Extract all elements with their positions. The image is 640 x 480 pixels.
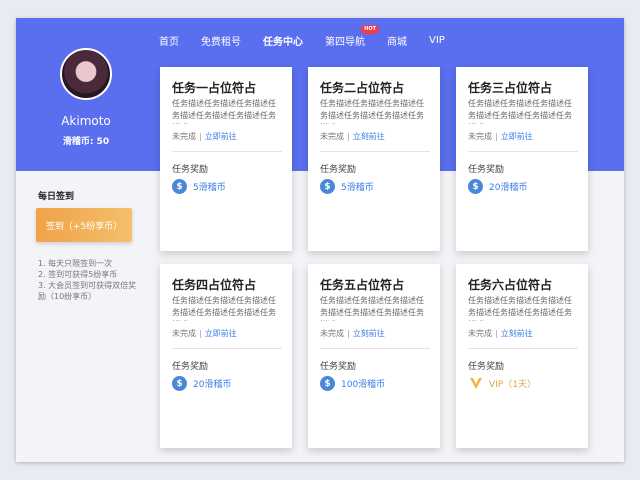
- avatar[interactable]: [60, 48, 112, 100]
- checkin-button[interactable]: 签到（+5纷享币）: [36, 208, 132, 242]
- go-link[interactable]: 立即前往: [205, 132, 237, 141]
- task-title: 任务五占位符占: [320, 278, 405, 292]
- status-text: 未完成: [468, 329, 492, 338]
- username: Akimoto: [61, 114, 111, 128]
- task-status: 未完成 | 立刻前往: [320, 131, 385, 142]
- divider: |: [347, 132, 350, 141]
- go-link[interactable]: 立刻前往: [353, 329, 385, 338]
- task-title: 任务二占位符占: [320, 81, 405, 95]
- checkin-title: 每日签到: [38, 192, 75, 202]
- task-status: 未完成 | 立刻前往: [468, 328, 533, 339]
- status-text: 未完成: [320, 132, 344, 141]
- divider: |: [199, 329, 202, 338]
- task-card: 任务一占位符占 任务描述任务描述任务描述任务描述任务描述任务描述任务描述 未完成…: [160, 67, 292, 251]
- coin-icon: $: [172, 376, 187, 391]
- checkin-panel: 每日签到 签到（+5纷享币） 1. 每天只限签到一次 2. 签到可获得5纷享币 …: [16, 171, 158, 462]
- top-nav: 首页 免费租号 任务中心 第四导航 HOT 商城 VIP: [159, 24, 467, 50]
- reward-amount: 20滑稽币: [489, 183, 528, 193]
- coin-icon: $: [320, 179, 335, 194]
- user-profile: Akimoto 滑稽币: 50: [16, 48, 156, 147]
- rule-item: 1. 每天只限签到一次: [38, 259, 113, 268]
- nav-free-rental[interactable]: 免费租号: [201, 33, 241, 48]
- divider: |: [199, 132, 202, 141]
- coin-icon: $: [320, 376, 335, 391]
- task-title: 任务一占位符占: [172, 81, 257, 95]
- nav-home[interactable]: 首页: [159, 33, 179, 48]
- coin-icon: $: [172, 179, 187, 194]
- divider: |: [495, 132, 498, 141]
- task-card: 任务六占位符占 任务描述任务描述任务描述任务描述任务描述任务描述任务描述 未完成…: [456, 264, 588, 448]
- reward-label: 任务奖励: [320, 165, 357, 175]
- status-text: 未完成: [468, 132, 492, 141]
- task-description: 任务描述任务描述任务描述任务描述任务描述任务描述任务描述: [320, 99, 424, 124]
- nav-task-center[interactable]: 任务中心: [263, 33, 303, 48]
- divider: |: [495, 329, 498, 338]
- nav-fourth[interactable]: 第四导航 HOT: [325, 24, 379, 48]
- nav-fourth-label: 第四导航: [325, 36, 365, 48]
- nav-mall[interactable]: 商城: [387, 33, 407, 48]
- task-status: 未完成 | 立刻前往: [320, 328, 385, 339]
- go-link[interactable]: 立刻前往: [501, 329, 533, 338]
- task-card: 任务五占位符占 任务描述任务描述任务描述任务描述任务描述任务描述任务描述 未完成…: [308, 264, 440, 448]
- divider: [320, 348, 430, 349]
- divider: [172, 151, 282, 152]
- hot-badge: HOT: [361, 24, 379, 34]
- task-description: 任务描述任务描述任务描述任务描述任务描述任务描述任务描述: [172, 99, 276, 124]
- reward-label: 任务奖励: [468, 165, 505, 175]
- task-reward: $20滑稽币: [468, 179, 527, 194]
- divider: |: [347, 329, 350, 338]
- reward-amount: VIP（1天）: [489, 380, 536, 390]
- reward-label: 任务奖励: [468, 362, 505, 372]
- task-description: 任务描述任务描述任务描述任务描述任务描述任务描述任务描述: [172, 296, 276, 321]
- status-text: 未完成: [320, 329, 344, 338]
- status-text: 未完成: [172, 329, 196, 338]
- task-title: 任务四占位符占: [172, 278, 257, 292]
- divider: [468, 348, 578, 349]
- vip-icon: [468, 376, 483, 391]
- reward-label: 任务奖励: [172, 165, 209, 175]
- task-title: 任务三占位符占: [468, 81, 553, 95]
- reward-amount: 5滑稽币: [341, 183, 374, 193]
- go-link[interactable]: 立即前往: [501, 132, 533, 141]
- reward-amount: 5滑稽币: [193, 183, 226, 193]
- task-card: 任务二占位符占 任务描述任务描述任务描述任务描述任务描述任务描述任务描述 未完成…: [308, 67, 440, 251]
- coin-balance: 滑稽币: 50: [62, 137, 110, 147]
- reward-amount: 20滑稽币: [193, 380, 232, 390]
- task-reward: $20滑稽币: [172, 376, 231, 391]
- task-card: 任务四占位符占 任务描述任务描述任务描述任务描述任务描述任务描述任务描述 未完成…: [160, 264, 292, 448]
- task-card: 任务三占位符占 任务描述任务描述任务描述任务描述任务描述任务描述任务描述 未完成…: [456, 67, 588, 251]
- divider: [172, 348, 282, 349]
- task-description: 任务描述任务描述任务描述任务描述任务描述任务描述任务描述: [320, 296, 424, 321]
- task-description: 任务描述任务描述任务描述任务描述任务描述任务描述任务描述: [468, 99, 572, 124]
- task-reward: $5滑稽币: [172, 179, 226, 194]
- status-text: 未完成: [172, 132, 196, 141]
- go-link[interactable]: 立即前往: [205, 329, 237, 338]
- task-status: 未完成 | 立即前往: [172, 131, 237, 142]
- task-status: 未完成 | 立即前往: [468, 131, 533, 142]
- task-description: 任务描述任务描述任务描述任务描述任务描述任务描述任务描述: [468, 296, 572, 321]
- task-status: 未完成 | 立即前往: [172, 328, 237, 339]
- checkin-rules: 1. 每天只限签到一次 2. 签到可获得5纷享币 3. 大会员签到可获得双倍奖励…: [38, 258, 138, 302]
- rule-item: 2. 签到可获得5纷享币: [38, 270, 118, 279]
- reward-label: 任务奖励: [172, 362, 209, 372]
- nav-vip[interactable]: VIP: [429, 35, 445, 46]
- task-reward: VIP（1天）: [468, 376, 536, 391]
- app-frame: 首页 免费租号 任务中心 第四导航 HOT 商城 VIP Akimoto 滑稽币…: [16, 18, 624, 462]
- reward-amount: 100滑稽币: [341, 380, 386, 390]
- divider: [468, 151, 578, 152]
- task-reward: $100滑稽币: [320, 376, 385, 391]
- reward-label: 任务奖励: [320, 362, 357, 372]
- divider: [320, 151, 430, 152]
- coin-icon: $: [468, 179, 483, 194]
- task-title: 任务六占位符占: [468, 278, 553, 292]
- go-link[interactable]: 立刻前往: [353, 132, 385, 141]
- task-reward: $5滑稽币: [320, 179, 374, 194]
- rule-item: 3. 大会员签到可获得双倍奖励（10纷享币）: [38, 281, 137, 301]
